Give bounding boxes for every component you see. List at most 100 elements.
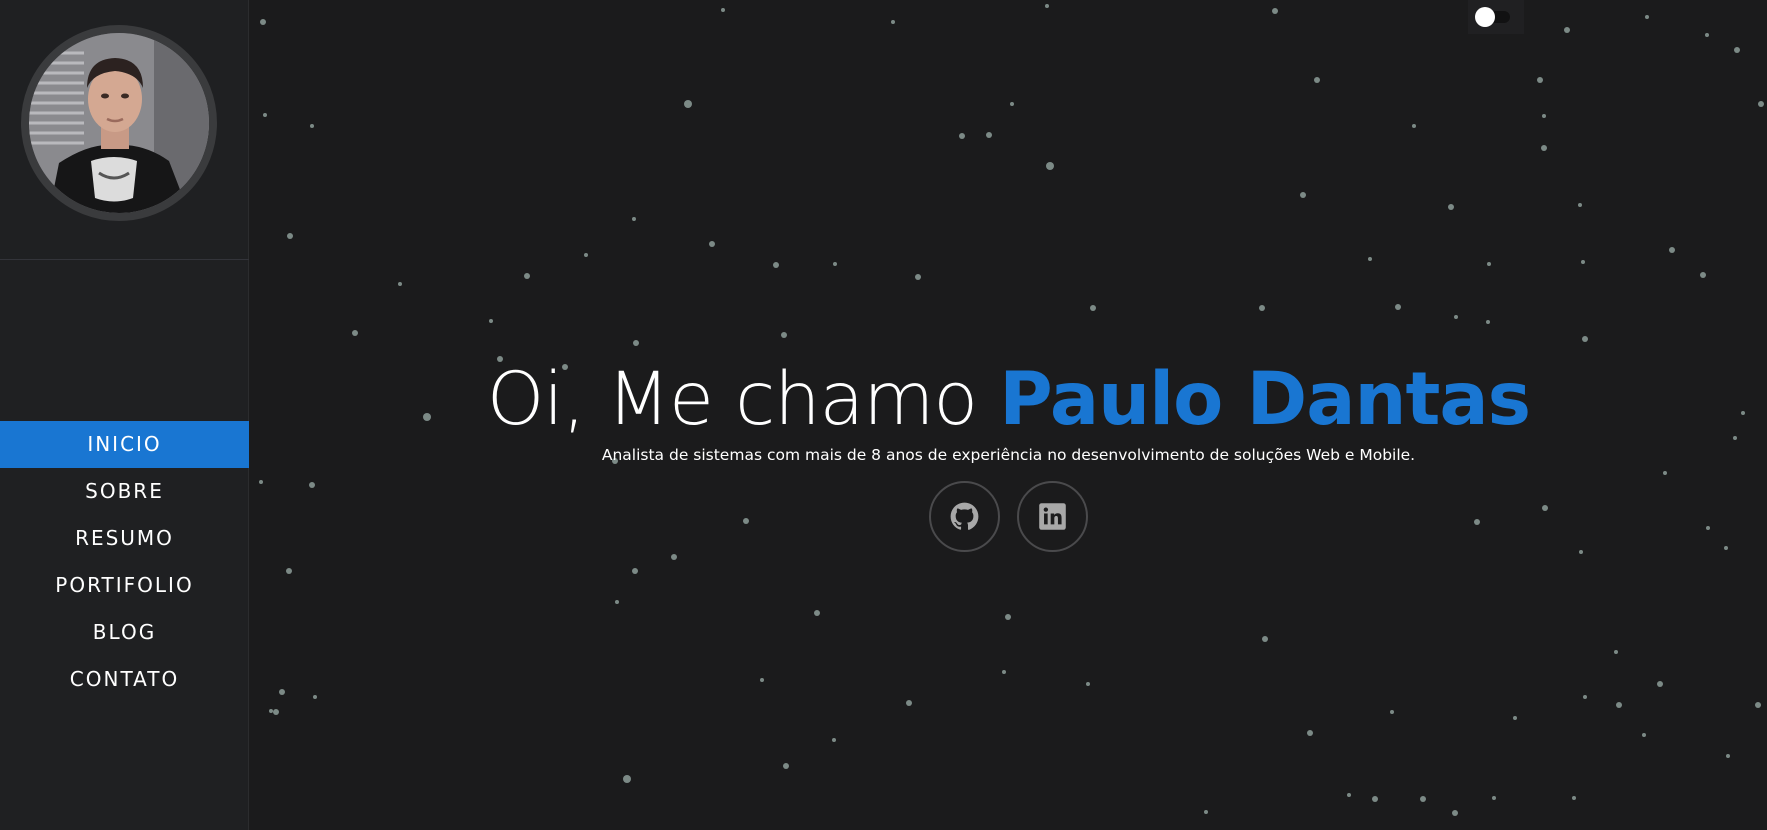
hero-subtitle: Analista de sistemas com mais de 8 anos … <box>601 446 1416 465</box>
particle-dot <box>1452 810 1458 816</box>
particle-dot <box>1307 730 1313 736</box>
particle-dot <box>1581 260 1585 264</box>
particle-dot <box>632 568 638 574</box>
particle-dot <box>615 600 619 604</box>
particle-dot <box>915 274 921 280</box>
toggle-knob[interactable] <box>1475 7 1495 27</box>
particle-dot <box>783 763 789 769</box>
nav-item-inicio[interactable]: INICIO <box>0 421 249 468</box>
particle-dot <box>633 340 639 346</box>
particle-dot <box>1616 702 1622 708</box>
particle-dot <box>959 133 965 139</box>
nav-item-portifolio[interactable]: PORTIFOLIO <box>0 562 249 609</box>
particle-dot <box>1002 670 1006 674</box>
particle-dot <box>1734 47 1740 53</box>
particle-dot <box>1390 710 1394 714</box>
particle-dot <box>286 568 292 574</box>
nav-item-contato[interactable]: CONTATO <box>0 656 249 703</box>
main-nav: INICIO SOBRE RESUMO PORTIFOLIO BLOG CONT… <box>0 421 249 703</box>
sidebar: INICIO SOBRE RESUMO PORTIFOLIO BLOG CONT… <box>0 0 249 830</box>
theme-toggle[interactable] <box>1468 0 1524 34</box>
particle-dot <box>287 233 293 239</box>
particle-dot <box>832 738 836 742</box>
github-button[interactable] <box>929 481 1000 553</box>
particle-dot <box>1726 754 1730 758</box>
particle-dot <box>1582 336 1588 342</box>
particle-dot <box>1657 681 1663 687</box>
hero: Oi, Me chamo Paulo Dantas Analista de si… <box>250 357 1767 553</box>
linkedin-button[interactable] <box>1017 481 1088 553</box>
linkedin-icon <box>1039 503 1066 531</box>
particle-dot <box>1395 304 1401 310</box>
particle-dot <box>1448 204 1454 210</box>
particle-dot <box>584 253 588 257</box>
particle-dot <box>773 262 779 268</box>
particle-dot <box>489 319 493 323</box>
hero-title: Oi, Me chamo Paulo Dantas <box>250 357 1767 442</box>
particle-dot <box>1272 8 1278 14</box>
particle-dot <box>623 775 631 783</box>
particle-dot <box>1486 320 1490 324</box>
nav-item-sobre[interactable]: SOBRE <box>0 468 249 515</box>
particle-dot <box>310 124 314 128</box>
particle-dot <box>1372 796 1378 802</box>
particle-dot <box>273 709 279 715</box>
particle-dot <box>760 678 764 682</box>
particle-dot <box>1669 247 1675 253</box>
particle-dot <box>632 217 636 221</box>
particle-dot <box>1010 102 1014 106</box>
particle-dot <box>709 241 715 247</box>
hero-name: Paulo Dantas <box>999 357 1531 442</box>
particle-dot <box>1046 162 1054 170</box>
particle-dot <box>1454 315 1458 319</box>
particle-dot <box>781 332 787 338</box>
particle-dot <box>1542 114 1546 118</box>
particle-dot <box>524 273 530 279</box>
particle-dot <box>1487 262 1491 266</box>
particle-dot <box>1537 77 1543 83</box>
particle-dot <box>1578 203 1582 207</box>
particle-dot <box>398 282 402 286</box>
particle-dot <box>269 709 273 713</box>
particle-dot <box>1564 27 1570 33</box>
particle-dot <box>1645 15 1649 19</box>
particle-dot <box>279 689 285 695</box>
particle-dot <box>1492 796 1496 800</box>
particle-dot <box>1005 614 1011 620</box>
particle-dot <box>814 610 820 616</box>
particle-dot <box>263 113 267 117</box>
particle-dot <box>1758 101 1764 107</box>
particle-dot <box>1368 257 1372 261</box>
particle-dot <box>1090 305 1096 311</box>
particle-dot <box>313 695 317 699</box>
nav-item-resumo[interactable]: RESUMO <box>0 515 249 562</box>
particle-dot <box>1300 192 1306 198</box>
particle-dot <box>1700 272 1706 278</box>
particle-dot <box>1705 33 1709 37</box>
particle-dot <box>906 700 912 706</box>
particle-dot <box>684 100 692 108</box>
particle-dot <box>1259 305 1265 311</box>
particle-dot <box>1642 733 1646 737</box>
sidebar-divider <box>0 259 249 260</box>
particle-dot <box>891 20 895 24</box>
particle-dot <box>1412 124 1416 128</box>
particle-dot <box>1755 702 1761 708</box>
particle-dot <box>1614 650 1618 654</box>
particle-dot <box>1420 796 1426 802</box>
particle-dot <box>1541 145 1547 151</box>
particle-dot <box>721 8 725 12</box>
particle-dot <box>1583 695 1587 699</box>
particle-dot <box>1513 716 1517 720</box>
avatar <box>21 25 217 221</box>
particle-dot <box>352 330 358 336</box>
particle-dot <box>1347 793 1351 797</box>
particle-dot <box>1086 682 1090 686</box>
particle-dot <box>986 132 992 138</box>
particle-dot <box>671 554 677 560</box>
particle-dot <box>833 262 837 266</box>
particle-dot <box>1204 810 1208 814</box>
nav-item-blog[interactable]: BLOG <box>0 609 249 656</box>
hero-greeting: Oi, Me chamo <box>486 357 978 442</box>
social-links <box>250 481 1767 553</box>
